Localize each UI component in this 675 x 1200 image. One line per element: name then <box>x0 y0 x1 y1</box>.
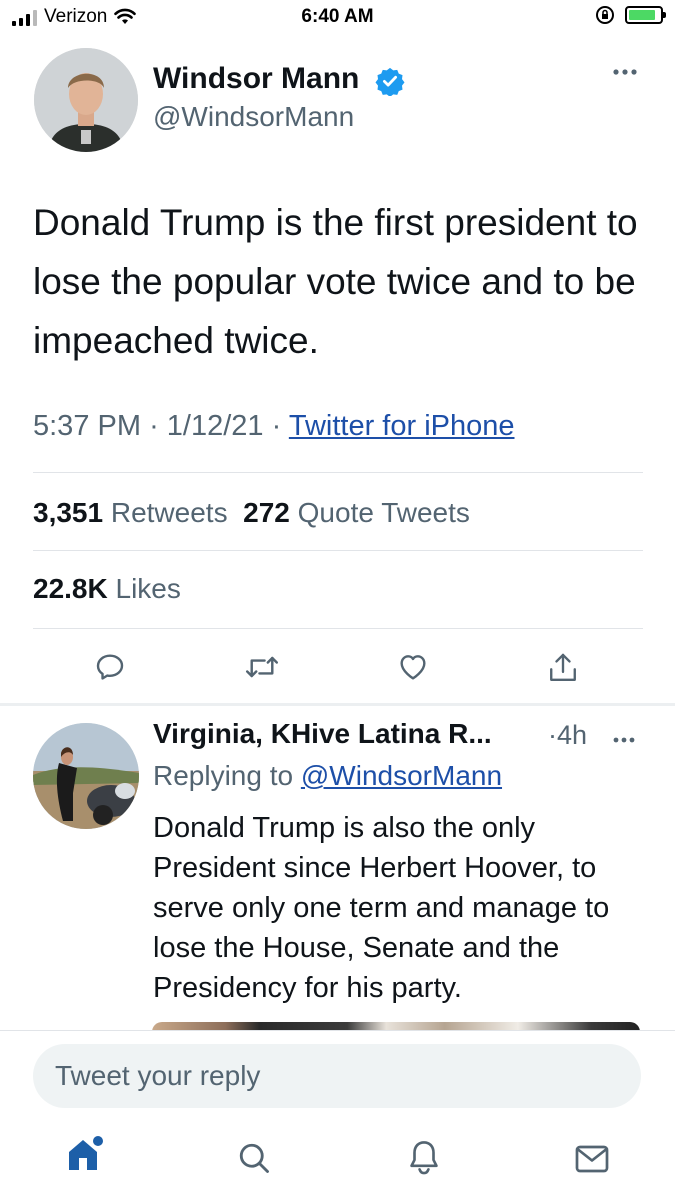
reply-text: Donald Trump is also the only President … <box>153 812 610 1004</box>
author-avatar[interactable] <box>34 48 138 152</box>
more-options-icon[interactable] <box>612 68 638 76</box>
home-icon[interactable] <box>66 1132 106 1174</box>
status-bar: Verizon 6:40 AM <box>0 0 675 36</box>
author-handle[interactable]: @WindsorMann <box>153 101 354 133</box>
reply-author-name[interactable]: Virginia, KHive Latina R... <box>153 718 492 750</box>
retweets-count: 3,351 <box>33 497 104 528</box>
messages-icon[interactable] <box>574 1144 610 1174</box>
retweet-icon[interactable] <box>244 651 280 683</box>
retweets-label: Retweets <box>110 497 228 528</box>
reply-author-avatar[interactable] <box>33 723 139 829</box>
like-icon[interactable] <box>396 651 430 683</box>
share-icon[interactable] <box>547 651 579 685</box>
reply-timestamp: ·4h <box>548 720 588 750</box>
meta-separator: · <box>149 410 159 442</box>
quote-tweets-link[interactable]: 272 Quote Tweets <box>243 497 470 528</box>
quotes-label: Quote Tweets <box>297 497 470 528</box>
meta-separator: · <box>271 410 282 442</box>
clock: 6:40 AM <box>301 6 374 27</box>
replying-to-label: Replying to <box>153 760 294 791</box>
notifications-icon[interactable] <box>406 1138 442 1176</box>
tweet-date: 1/12/21 <box>166 410 264 442</box>
section-separator <box>0 703 675 706</box>
author-name[interactable]: Windsor Mann <box>153 62 359 96</box>
replying-to-mention[interactable]: @WindsorMann <box>301 760 502 791</box>
tweet-meta: 5:37 PM · 1/12/21 · Twitter for iPhone <box>33 410 515 443</box>
divider <box>33 628 643 629</box>
tweet-time: 5:37 PM <box>33 410 141 442</box>
likes-label: Likes <box>115 573 181 604</box>
battery-icon <box>625 6 666 24</box>
likes-count: 22.8K <box>33 573 108 604</box>
divider <box>33 550 643 551</box>
search-icon[interactable] <box>236 1140 272 1176</box>
orientation-lock-icon <box>596 6 614 24</box>
quotes-count: 272 <box>243 497 290 528</box>
divider <box>33 472 643 473</box>
retweets-link[interactable]: 3,351 Retweets <box>33 497 228 528</box>
reply-icon[interactable] <box>94 651 126 683</box>
retweet-stats: 3,351 Retweets 272 Quote Tweets <box>33 497 470 529</box>
likes-link[interactable]: 22.8K Likes <box>33 573 181 605</box>
tweet-text: Donald Trump is the first president to l… <box>33 202 638 361</box>
reply-more-options-icon[interactable] <box>612 736 636 744</box>
verified-badge-icon <box>375 67 405 96</box>
replying-to: Replying to @WindsorMann <box>153 760 502 792</box>
tweet-source-link[interactable]: Twitter for iPhone <box>289 410 515 442</box>
tweet-reply-input[interactable] <box>33 1044 641 1108</box>
